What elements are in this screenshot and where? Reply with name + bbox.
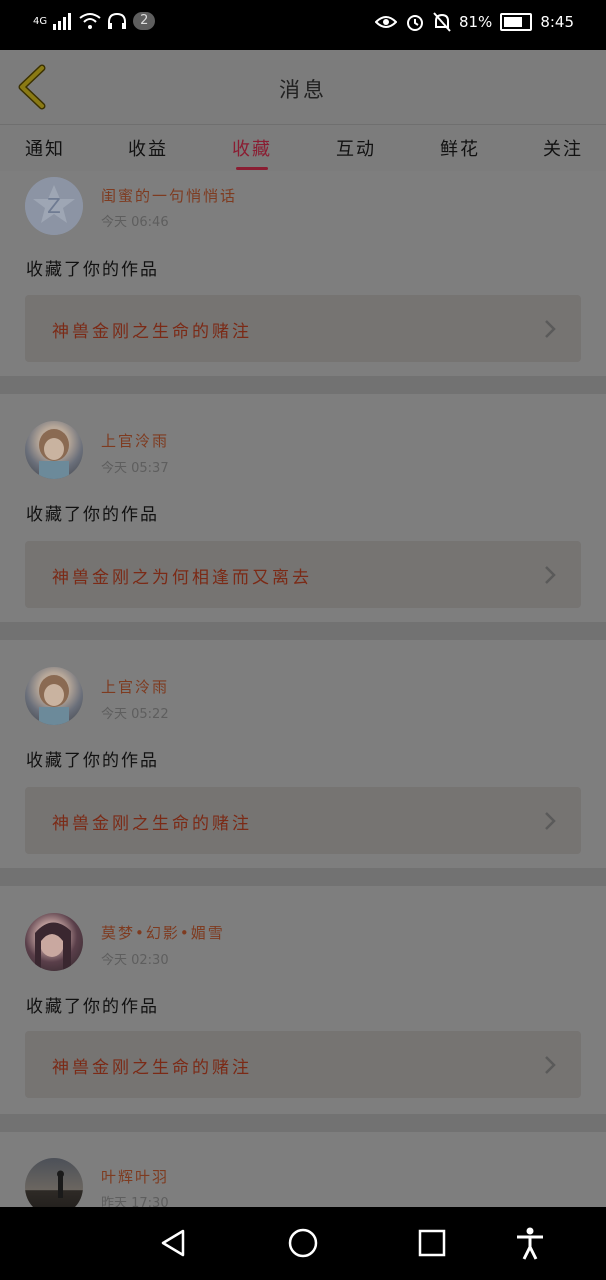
eye-icon bbox=[374, 16, 397, 28]
action-text: 收藏了你的作品 bbox=[26, 260, 159, 280]
tab-notice[interactable]: 通知 bbox=[25, 135, 65, 161]
app-header: 消息 bbox=[0, 50, 606, 125]
headphones-icon bbox=[108, 12, 127, 29]
divider bbox=[0, 622, 606, 640]
anime-avatar-icon bbox=[39, 429, 69, 479]
avatar[interactable] bbox=[25, 913, 83, 971]
user-name[interactable]: 莫梦•幻影•媚雪 bbox=[101, 922, 225, 943]
chevron-right-icon bbox=[545, 320, 556, 338]
network-label: 4G bbox=[33, 15, 48, 27]
accessibility-icon[interactable] bbox=[512, 1225, 548, 1261]
list-item: Z 闺蜜的一句悄悄话 今天 06:46 收藏了你的作品 神兽金刚之生命的赌注 bbox=[0, 171, 606, 376]
timestamp: 今天 06:46 bbox=[101, 215, 169, 230]
mute-bell-icon bbox=[433, 12, 451, 32]
sunset-avatar-icon bbox=[57, 1170, 64, 1198]
svg-text:Z: Z bbox=[47, 194, 61, 218]
tab-following[interactable]: 关注 bbox=[543, 135, 583, 161]
timestamp: 今天 05:37 bbox=[101, 461, 169, 476]
avatar[interactable]: Z bbox=[25, 177, 83, 235]
signal-icon bbox=[53, 13, 72, 30]
chevron-right-icon bbox=[545, 566, 556, 584]
timestamp: 今天 05:22 bbox=[101, 707, 169, 722]
avatar[interactable] bbox=[25, 1158, 83, 1207]
active-tab-indicator bbox=[236, 167, 268, 170]
alarm-icon bbox=[406, 15, 423, 31]
home-circle-icon[interactable] bbox=[285, 1225, 321, 1261]
work-title: 神兽金刚之生命的赌注 bbox=[52, 1058, 252, 1078]
battery-icon bbox=[500, 13, 533, 31]
status-bar: 4G 2 81% 8:45 bbox=[0, 0, 606, 50]
action-text: 收藏了你的作品 bbox=[26, 751, 159, 771]
work-link[interactable]: 神兽金刚之生命的赌注 bbox=[25, 295, 581, 362]
tab-favorites[interactable]: 收藏 bbox=[232, 135, 272, 161]
app-logo-icon: Z bbox=[25, 177, 83, 235]
work-link[interactable]: 神兽金刚之生命的赌注 bbox=[25, 1031, 581, 1098]
list-item: 上官泠雨 今天 05:22 收藏了你的作品 神兽金刚之生命的赌注 bbox=[0, 640, 606, 868]
work-link[interactable]: 神兽金刚之生命的赌注 bbox=[25, 787, 581, 854]
user-name[interactable]: 闺蜜的一句悄悄话 bbox=[101, 185, 237, 206]
chevron-right-icon bbox=[545, 1056, 556, 1074]
timestamp: 昨天 17:30 bbox=[101, 1196, 169, 1207]
action-text: 收藏了你的作品 bbox=[26, 505, 159, 525]
recents-square-icon[interactable] bbox=[414, 1225, 450, 1261]
battery-percent: 81% bbox=[458, 13, 493, 31]
divider bbox=[0, 1114, 606, 1132]
clock-time: 8:45 bbox=[540, 13, 574, 31]
divider bbox=[0, 868, 606, 886]
list-item: 叶辉叶羽 昨天 17:30 bbox=[0, 1132, 606, 1207]
list-item: 上官泠雨 今天 05:37 收藏了你的作品 神兽金刚之为何相逢而又离去 bbox=[0, 394, 606, 622]
timestamp: 今天 02:30 bbox=[101, 953, 169, 968]
user-name[interactable]: 叶辉叶羽 bbox=[101, 1166, 169, 1187]
work-link[interactable]: 神兽金刚之为何相逢而又离去 bbox=[25, 541, 581, 608]
back-triangle-icon[interactable] bbox=[155, 1225, 191, 1261]
notification-count-badge: 2 bbox=[133, 12, 156, 30]
tab-earnings[interactable]: 收益 bbox=[128, 135, 168, 161]
divider bbox=[0, 376, 606, 394]
tab-bar: 通知 收益 收藏 互动 鲜花 关注 bbox=[0, 125, 606, 171]
work-title: 神兽金刚之生命的赌注 bbox=[52, 814, 252, 834]
wifi-icon bbox=[79, 13, 101, 29]
list-item: 莫梦•幻影•媚雪 今天 02:30 收藏了你的作品 神兽金刚之生命的赌注 bbox=[0, 886, 606, 1114]
anime-avatar-icon bbox=[39, 675, 69, 725]
work-title: 神兽金刚之生命的赌注 bbox=[52, 322, 252, 342]
user-name[interactable]: 上官泠雨 bbox=[101, 430, 169, 451]
work-title: 神兽金刚之为何相逢而又离去 bbox=[52, 568, 312, 588]
tab-interaction[interactable]: 互动 bbox=[336, 135, 376, 161]
system-nav-bar bbox=[0, 1207, 606, 1280]
avatar[interactable] bbox=[25, 667, 83, 725]
photo-avatar-icon bbox=[35, 922, 71, 971]
user-name[interactable]: 上官泠雨 bbox=[101, 676, 169, 697]
tab-flowers[interactable]: 鲜花 bbox=[440, 135, 480, 161]
chevron-right-icon bbox=[545, 812, 556, 830]
action-text: 收藏了你的作品 bbox=[26, 997, 159, 1017]
page-title: 消息 bbox=[279, 78, 327, 102]
avatar[interactable] bbox=[25, 421, 83, 479]
